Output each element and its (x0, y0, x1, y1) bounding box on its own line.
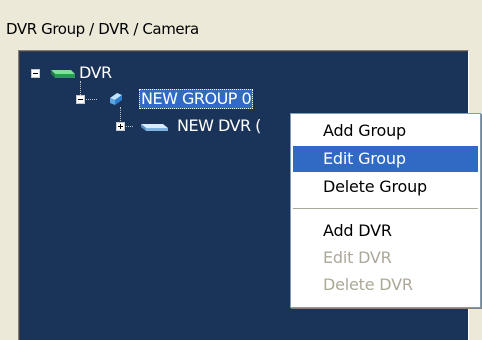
panel-title: DVR Group / DVR / Camera (6, 20, 199, 38)
menu-item-add-group[interactable]: Add Group (293, 118, 478, 144)
expand-dvr-button[interactable] (116, 122, 125, 131)
menu-item-delete-dvr[interactable]: Delete DVR (293, 272, 478, 298)
menu-item-delete-group[interactable]: Delete Group (293, 174, 478, 200)
dvr-root-icon (47, 66, 77, 80)
menu-item-add-dvr[interactable]: Add DVR (293, 218, 478, 244)
menu-item-edit-dvr[interactable]: Edit DVR (293, 245, 478, 271)
menu-item-edit-group[interactable]: Edit Group (293, 146, 478, 172)
menu-separator (293, 208, 478, 209)
collapse-group-button[interactable] (76, 95, 85, 104)
collapse-root-button[interactable] (31, 69, 40, 78)
tree-dvr-label[interactable]: NEW DVR ( (177, 116, 261, 136)
tree-group-label[interactable]: NEW GROUP 0 (139, 89, 254, 109)
context-menu: Add Group Edit Group Delete Group Add DV… (290, 113, 481, 308)
dvr-device-icon (137, 119, 171, 133)
group-icon (107, 89, 125, 107)
tree-root-label[interactable]: DVR (79, 63, 112, 83)
